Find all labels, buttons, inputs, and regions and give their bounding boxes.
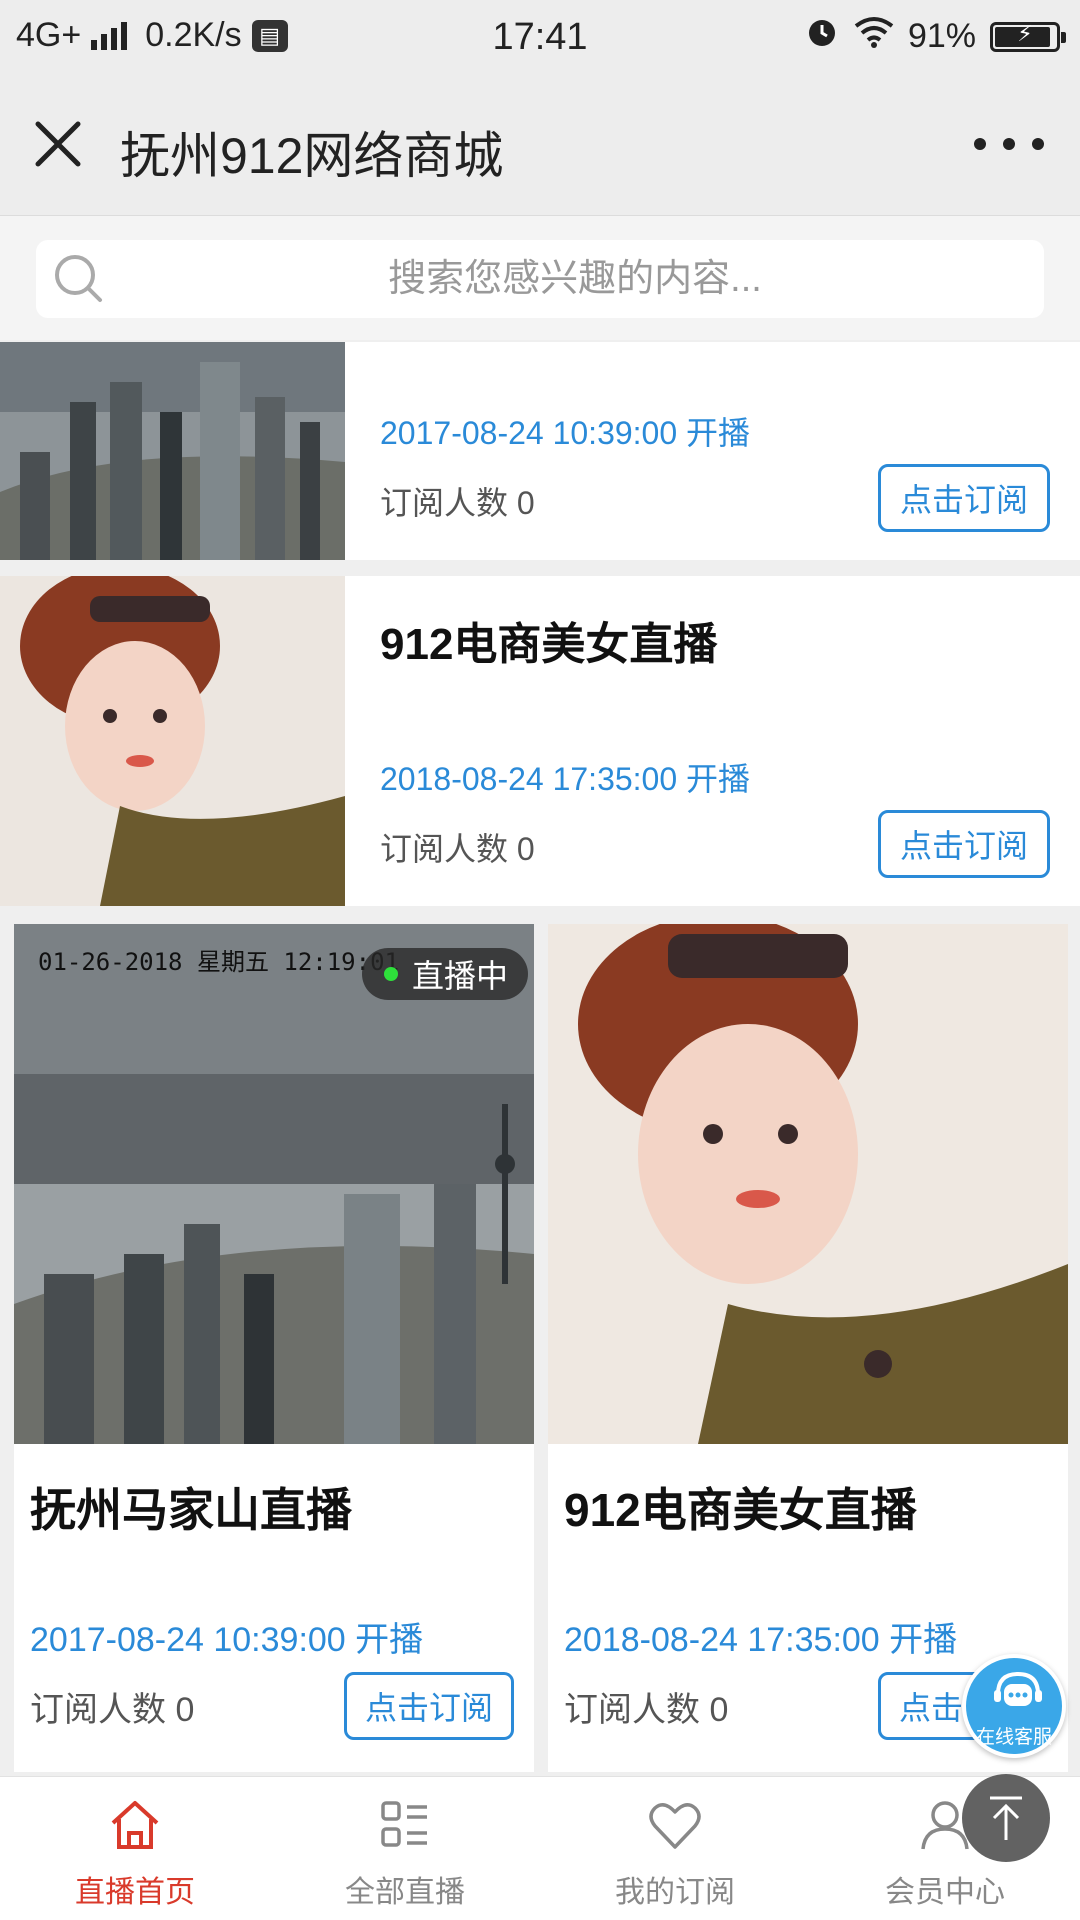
online-service-button[interactable]: 在线客服 xyxy=(962,1654,1066,1758)
status-bar: 4G+ 0.2K/s ▤ 17:41 91% ⚡ xyxy=(0,0,1080,72)
stream-title: 912电商美女直播 xyxy=(564,1484,917,1536)
page-title: 抚州912网络商城 xyxy=(120,128,504,184)
live-dot-icon xyxy=(383,967,398,981)
tab-label: 全部直播 xyxy=(345,1876,465,1909)
battery-icon: ⚡ xyxy=(990,21,1066,52)
search-bar xyxy=(0,216,1080,340)
subscribe-button[interactable]: 点击订阅 xyxy=(344,1672,514,1740)
video-timestamp: 01-26-2018 星期五 12:19:01 xyxy=(38,948,399,976)
tab-all-live[interactable]: 全部直播 xyxy=(270,1777,540,1920)
navbar: 抚州912网络商城 xyxy=(0,72,1080,216)
wifi-icon xyxy=(854,16,894,57)
subscriber-count: 订阅人数 0 xyxy=(380,485,535,521)
start-time: 2018-08-24 17:35:00 开播 xyxy=(564,1621,958,1659)
thumbnail-portrait xyxy=(548,924,1068,1444)
tab-label: 我的订阅 xyxy=(615,1876,735,1909)
subscribe-button[interactable]: 点击订阅 xyxy=(878,464,1050,532)
tab-live-home[interactable]: 直播首页 xyxy=(0,1777,270,1920)
search-box[interactable] xyxy=(36,240,1044,318)
subscriber-count: 订阅人数 0 xyxy=(30,1691,195,1729)
grid-item[interactable]: 912电商美女直播 2018-08-24 17:35:00 开播 订阅人数 0 … xyxy=(548,924,1068,1772)
close-icon[interactable] xyxy=(30,116,86,172)
tab-label: 会员中心 xyxy=(885,1876,1005,1909)
start-time: 2018-08-24 17:35:00 开播 xyxy=(380,761,751,797)
thumbnail-city xyxy=(0,342,345,560)
grid-list-icon xyxy=(381,1801,427,1847)
battery-percent: 91% xyxy=(907,17,976,55)
search-input[interactable] xyxy=(126,240,1024,318)
back-to-top-button[interactable] xyxy=(962,1774,1050,1862)
tab-my-subscriptions[interactable]: 我的订阅 xyxy=(540,1777,810,1920)
live-badge: 直播中 xyxy=(361,948,528,1000)
start-time: 2017-08-24 10:39:00 开播 xyxy=(380,415,751,451)
service-label: 在线客服 xyxy=(975,1727,1052,1748)
alarm-icon xyxy=(804,14,840,59)
stream-title: 912电商美女直播 xyxy=(380,620,718,669)
thumbnail-portrait xyxy=(0,576,345,906)
thumbnail-city: 01-26-2018 星期五 12:19:01 直播中 xyxy=(14,924,534,1444)
headset-chat-icon xyxy=(994,1671,1042,1706)
live-badge-label: 直播中 xyxy=(411,958,508,994)
heart-icon xyxy=(649,1803,701,1849)
subscribe-button[interactable]: 点击订阅 xyxy=(878,810,1050,878)
stream-title: 抚州马家山直播 xyxy=(30,1484,352,1536)
tab-label: 直播首页 xyxy=(75,1876,195,1909)
status-right: 91% ⚡ xyxy=(804,14,1066,59)
list-item[interactable]: 2017-08-24 10:39:00 开播 订阅人数 0 点击订阅 xyxy=(0,342,1080,560)
arrow-up-icon xyxy=(990,1796,1022,1840)
bottom-tabbar: 直播首页 全部直播 我的订阅 会员中心 xyxy=(0,1776,1080,1920)
grid-item[interactable]: 01-26-2018 星期五 12:19:01 直播中 抚州马家山直播 2017… xyxy=(14,924,534,1772)
start-time: 2017-08-24 10:39:00 开播 xyxy=(30,1621,424,1659)
home-icon xyxy=(111,1801,159,1849)
more-icon[interactable] xyxy=(974,124,1044,164)
list-item[interactable]: 912电商美女直播 2018-08-24 17:35:00 开播 订阅人数 0 … xyxy=(0,576,1080,906)
subscriber-count: 订阅人数 0 xyxy=(564,1691,729,1729)
subscriber-count: 订阅人数 0 xyxy=(380,831,535,867)
search-icon xyxy=(55,255,102,302)
